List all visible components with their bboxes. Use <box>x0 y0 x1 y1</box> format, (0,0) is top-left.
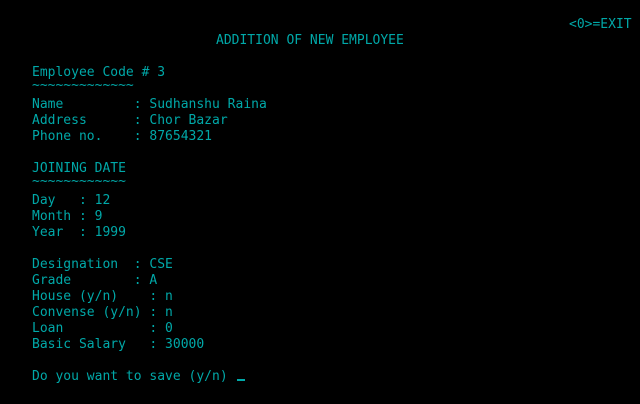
month-field: Month : 9 <box>32 209 103 224</box>
exit-hint: <0>=EXIT <box>569 17 632 32</box>
page-title: ADDITION OF NEW EMPLOYEE <box>216 33 404 48</box>
grade-field: Grade : A <box>32 273 158 288</box>
year-field: Year : 1999 <box>32 225 126 240</box>
dos-screen: <0>=EXIT ADDITION OF NEW EMPLOYEE Employ… <box>0 0 640 404</box>
joining-date-underline: ~~~~~~~~~~~~ <box>32 174 126 189</box>
convense-field: Convense (y/n) : n <box>32 305 173 320</box>
save-prompt-text: Do you want to save (y/n) <box>32 369 236 384</box>
day-field: Day : 12 <box>32 193 111 208</box>
save-prompt[interactable]: Do you want to save (y/n) <box>32 369 245 385</box>
designation-field: Designation : CSE <box>32 257 173 272</box>
name-field: Name : Sudhanshu Raina <box>32 97 267 112</box>
text-cursor[interactable] <box>236 379 245 381</box>
basic-salary-field: Basic Salary : 30000 <box>32 337 205 352</box>
phone-field: Phone no. : 87654321 <box>32 129 213 144</box>
loan-field: Loan : 0 <box>32 321 173 336</box>
address-field: Address : Chor Bazar <box>32 113 228 128</box>
employee-code-underline: ~~~~~~~~~~~~~ <box>32 78 134 93</box>
house-field: House (y/n) : n <box>32 289 173 304</box>
